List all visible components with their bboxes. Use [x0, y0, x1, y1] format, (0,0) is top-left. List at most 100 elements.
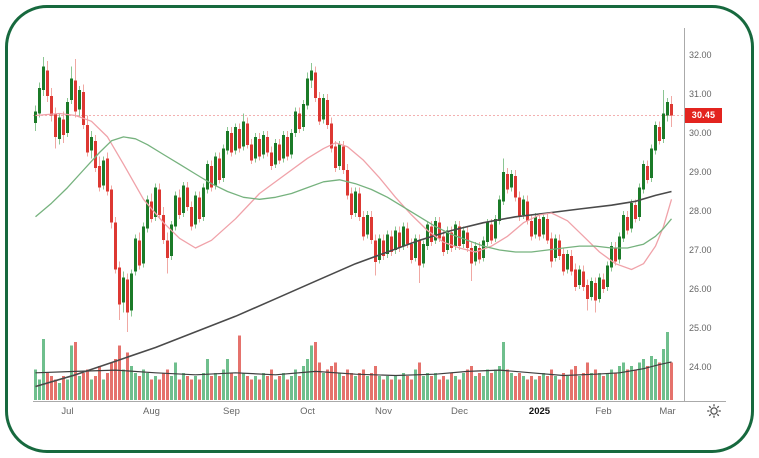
- volume-bar: [670, 362, 673, 400]
- volume-bar: [206, 359, 209, 400]
- volume-bar: [482, 376, 485, 400]
- volume-bar: [518, 372, 521, 400]
- candle-body: [174, 195, 177, 227]
- volume-bar: [58, 383, 61, 400]
- candle-body: [610, 246, 613, 268]
- settings-gear-icon[interactable]: [704, 401, 724, 421]
- candle-body: [666, 101, 669, 116]
- volume-bar: [622, 362, 625, 400]
- candle-body: [278, 144, 281, 161]
- candle-body: [490, 224, 493, 241]
- volume-bar: [562, 372, 565, 400]
- candle-body: [506, 174, 509, 190]
- candle-body: [86, 125, 89, 153]
- candle-body: [502, 172, 505, 202]
- candle-body: [302, 103, 305, 128]
- volume-bar: [134, 372, 137, 400]
- volume-bar: [490, 372, 493, 400]
- volume-bar: [350, 372, 353, 400]
- volume-bar: [170, 376, 173, 400]
- candle-body: [274, 142, 277, 165]
- volume-bar: [602, 376, 605, 400]
- candle-body: [198, 197, 201, 219]
- candle-body: [410, 244, 413, 260]
- candle-body: [598, 277, 601, 299]
- volume-bar: [642, 359, 645, 400]
- volume-bar: [354, 376, 357, 400]
- volume-bar: [258, 379, 261, 400]
- candle-body: [54, 113, 57, 137]
- candle-body: [50, 96, 53, 116]
- volume-bar: [102, 379, 105, 400]
- candle-body: [570, 255, 573, 272]
- volume-bar: [78, 376, 81, 400]
- candle-body: [546, 218, 549, 241]
- candle-body: [474, 246, 477, 262]
- candle-body: [554, 238, 557, 258]
- candle-body: [406, 228, 409, 245]
- volume-bar: [402, 372, 405, 400]
- volume-bar: [578, 376, 581, 400]
- volume-bar: [462, 372, 465, 400]
- candle-body: [78, 90, 81, 110]
- candle-body: [586, 285, 589, 299]
- x-axis-month-label: Feb: [595, 406, 611, 417]
- volume-bar: [302, 366, 305, 400]
- candle-body: [378, 238, 381, 260]
- volume-bar: [542, 372, 545, 400]
- volume-bar: [614, 372, 617, 400]
- trading-chart-window: 32.00 31.00 30.00 29.00 28.00 27.00 26.00 25.00…: [0, 0, 759, 458]
- volume-bar: [450, 372, 453, 400]
- candle-body: [190, 207, 193, 227]
- candle-body: [606, 265, 609, 288]
- volume-bar: [126, 352, 129, 400]
- x-axis-month-label: Aug: [143, 406, 160, 417]
- volume-bar: [282, 372, 285, 400]
- candle-body: [650, 148, 653, 178]
- volume-bar: [438, 379, 441, 400]
- volume-bar: [174, 362, 177, 400]
- x-axis-month-label: Mar: [659, 406, 675, 417]
- candle-body: [566, 253, 569, 270]
- candle-body: [182, 185, 185, 213]
- candle-body: [314, 72, 317, 98]
- volume-bar: [326, 369, 329, 400]
- candle-body: [142, 226, 145, 264]
- volume-bar: [570, 369, 573, 400]
- volume-bar: [42, 338, 45, 400]
- volume-bar: [94, 376, 97, 400]
- candle-body: [574, 269, 577, 287]
- volume-bar: [114, 359, 117, 400]
- volume-bar: [286, 379, 289, 400]
- volume-bar: [530, 376, 533, 400]
- candle-body: [162, 214, 165, 241]
- candle-body: [362, 216, 365, 237]
- volume-bar: [454, 376, 457, 400]
- y-axis-tick-label: 31.00: [689, 89, 712, 99]
- x-axis-month-label: Nov: [375, 406, 392, 417]
- candle-body: [130, 273, 133, 311]
- volume-bar: [262, 372, 265, 400]
- candle-body: [642, 164, 645, 190]
- volume-bar: [494, 369, 497, 400]
- volume-bar: [406, 376, 409, 400]
- candle-body: [62, 119, 65, 135]
- volume-bar: [154, 376, 157, 400]
- volume-bar: [38, 379, 41, 400]
- volume-bar: [234, 376, 237, 400]
- volume-bar: [310, 345, 313, 400]
- volume-bar: [210, 376, 213, 400]
- y-axis-tick-label: 32.00: [689, 50, 712, 60]
- volume-bar: [610, 369, 613, 400]
- candle-body: [358, 193, 361, 217]
- candle-body: [214, 156, 217, 186]
- volume-bar: [242, 372, 245, 400]
- volume-bar: [394, 376, 397, 400]
- candle-body: [38, 88, 41, 114]
- candle-body: [246, 123, 249, 145]
- volume-bar: [298, 376, 301, 400]
- candle-body: [258, 138, 261, 157]
- volume-bar: [150, 379, 153, 400]
- price-chart[interactable]: 32.00 31.00 30.00 29.00 28.00 27.00 26.00 25.00…: [0, 0, 759, 458]
- volume-bar: [498, 366, 501, 400]
